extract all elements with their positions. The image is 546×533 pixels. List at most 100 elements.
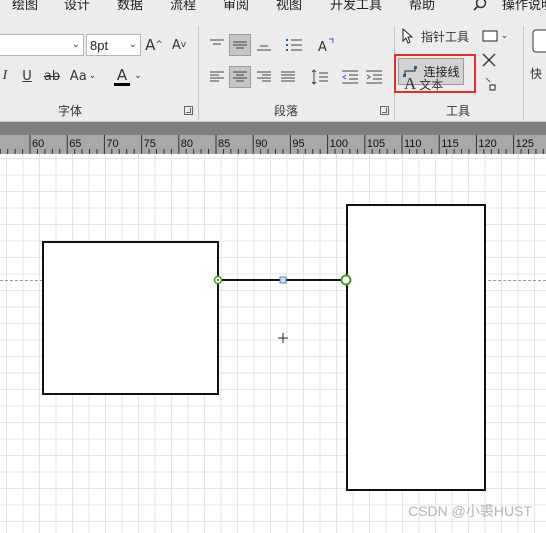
group-divider — [198, 26, 199, 120]
connection-point-button[interactable] — [480, 74, 500, 94]
chevron-down-icon: ⌄ — [128, 39, 137, 50]
drawing-canvas[interactable]: CSDN @小裘HUST — [0, 154, 546, 533]
chevron-down-icon[interactable]: ⌄ — [133, 68, 143, 84]
quick-styles-button[interactable] — [530, 28, 546, 54]
tab-draw[interactable]: 绘图 — [12, 0, 38, 16]
ruler-tick-label: 95 — [292, 138, 305, 150]
align-bottom-icon — [257, 45, 271, 51]
font-color-button[interactable]: A — [110, 64, 134, 88]
chevron-down-icon: ⌄ — [71, 39, 80, 50]
rectangle-icon — [482, 30, 498, 42]
quick-styles-icon — [532, 29, 546, 53]
ruler-tick-label: 100 — [329, 138, 348, 150]
tab-label: 流程 — [170, 0, 197, 13]
pointer-icon — [402, 28, 414, 44]
ribbon: ⌄ 8pt ⌄ A ^ Av I U ab Aa ⌄ A ⌄ 字体 A 段落 指… — [0, 16, 546, 122]
pointer-tool-button[interactable]: 指针工具 — [400, 26, 475, 46]
watermark: CSDN @小裘HUST — [408, 503, 532, 519]
tools-group-label: 工具 — [446, 104, 471, 118]
decrease-indent-icon — [342, 70, 358, 84]
align-right-icon — [257, 71, 271, 82]
italic-glyph: I — [2, 68, 8, 83]
rectangle-shape-button[interactable]: ⌄ — [480, 28, 510, 44]
align-middle-icon — [233, 41, 247, 49]
group-divider — [523, 26, 524, 120]
connector-midpoint-handle[interactable] — [279, 276, 287, 284]
ruler-tick-label: 85 — [218, 138, 231, 150]
font-size-combo[interactable]: 8pt ⌄ — [86, 34, 141, 56]
connection-point-icon — [485, 77, 496, 91]
ruler-tick-label: 80 — [180, 138, 194, 150]
increase-indent-button[interactable] — [363, 66, 385, 88]
close-x-button[interactable] — [480, 51, 498, 69]
quick-styles-label: 快 — [530, 66, 543, 81]
change-case-glyph: Aa — [69, 68, 87, 84]
ruler-tick-label: 90 — [255, 138, 268, 150]
tab-label: 数据 — [117, 0, 144, 13]
line-spacing-button[interactable] — [309, 66, 331, 88]
align-middle-button[interactable] — [229, 34, 251, 56]
ruler-tick-label: 75 — [143, 138, 156, 150]
align-left-button[interactable] — [206, 66, 228, 88]
strikethrough-glyph: ab — [43, 68, 61, 84]
align-center-button[interactable] — [229, 66, 251, 88]
font-dialog-launcher-icon[interactable] — [184, 106, 193, 115]
italic-button[interactable]: I — [0, 66, 10, 86]
text-direction-button[interactable]: A — [315, 34, 337, 56]
grow-font-glyph: A — [145, 36, 156, 54]
align-center-icon — [233, 71, 247, 82]
ruler-strip — [0, 135, 546, 154]
tab-process[interactable]: 流程 — [170, 0, 196, 16]
grow-font-button[interactable]: A ^ — [143, 35, 165, 55]
tab-label: 审阅 — [223, 0, 250, 13]
decrease-indent-button[interactable] — [339, 66, 361, 88]
tab-data[interactable]: 数据 — [117, 0, 143, 16]
text-tool-button[interactable]: A 文本 — [404, 74, 454, 93]
align-top-icon — [210, 39, 224, 45]
tab-label: 视图 — [276, 0, 303, 13]
align-right-button[interactable] — [253, 66, 275, 88]
connector-layer — [213, 274, 352, 343]
ruler-tick-label: 65 — [69, 138, 82, 150]
paragraph-dialog-launcher-icon[interactable] — [380, 106, 389, 115]
paragraph-group-label: 段落 — [274, 104, 299, 118]
tab-view[interactable]: 视图 — [276, 0, 302, 16]
underline-button[interactable]: U — [18, 66, 36, 86]
line-spacing-icon — [311, 69, 328, 85]
pointer-tool-label: 指针工具 — [421, 29, 470, 44]
font-color-bar — [114, 82, 130, 86]
search-label: 操作说明 — [502, 0, 546, 13]
font-group-label: 字体 — [58, 104, 83, 118]
tab-review[interactable]: 审阅 — [223, 0, 249, 16]
ruler-tick-label: 70 — [106, 138, 119, 150]
connector-start-dot — [216, 278, 220, 282]
visio-window: 绘图 设计 数据 流程 审阅 视图 开发工具 帮助 操作说明 ⌄ 8pt ⌄ A… — [0, 0, 546, 533]
change-case-button[interactable]: Aa ⌄ — [68, 66, 98, 86]
tab-developer[interactable]: 开发工具 — [330, 0, 382, 16]
ruler-ticks — [0, 135, 544, 154]
ruler-tick-label: 125 — [515, 138, 534, 150]
ruler-tick-label: 105 — [366, 138, 386, 150]
strikethrough-button[interactable]: ab — [42, 66, 62, 86]
close-x-icon — [482, 53, 496, 67]
text-direction-icon: A — [318, 38, 334, 53]
align-top-button[interactable] — [206, 34, 228, 56]
bullets-button[interactable] — [283, 34, 305, 56]
tab-label: 绘图 — [12, 0, 39, 13]
connector-end-point[interactable] — [340, 274, 352, 286]
bullet-list-icon — [286, 39, 302, 51]
horizontal-ruler[interactable]: 60 65 70 75 80 85 90 95 100 105 110 115 120 125 — [0, 122, 546, 154]
font-name-combo[interactable]: ⌄ — [0, 34, 84, 56]
justify-button[interactable] — [277, 66, 299, 88]
font-color-glyph: A — [116, 65, 128, 84]
shrink-font-button[interactable]: Av — [168, 35, 190, 55]
tab-help[interactable]: 帮助 — [409, 0, 435, 16]
justify-icon — [281, 71, 295, 82]
ruler-tick-label: 60 — [32, 138, 45, 150]
quick-styles-label-button[interactable]: 快 — [530, 64, 546, 82]
tab-label: 帮助 — [409, 0, 436, 13]
align-bottom-button[interactable] — [253, 34, 275, 56]
ruler-tick-label: 110 — [404, 138, 422, 150]
ruler-tick-label: 115 — [441, 138, 459, 150]
tab-design[interactable]: 设计 — [64, 0, 90, 16]
